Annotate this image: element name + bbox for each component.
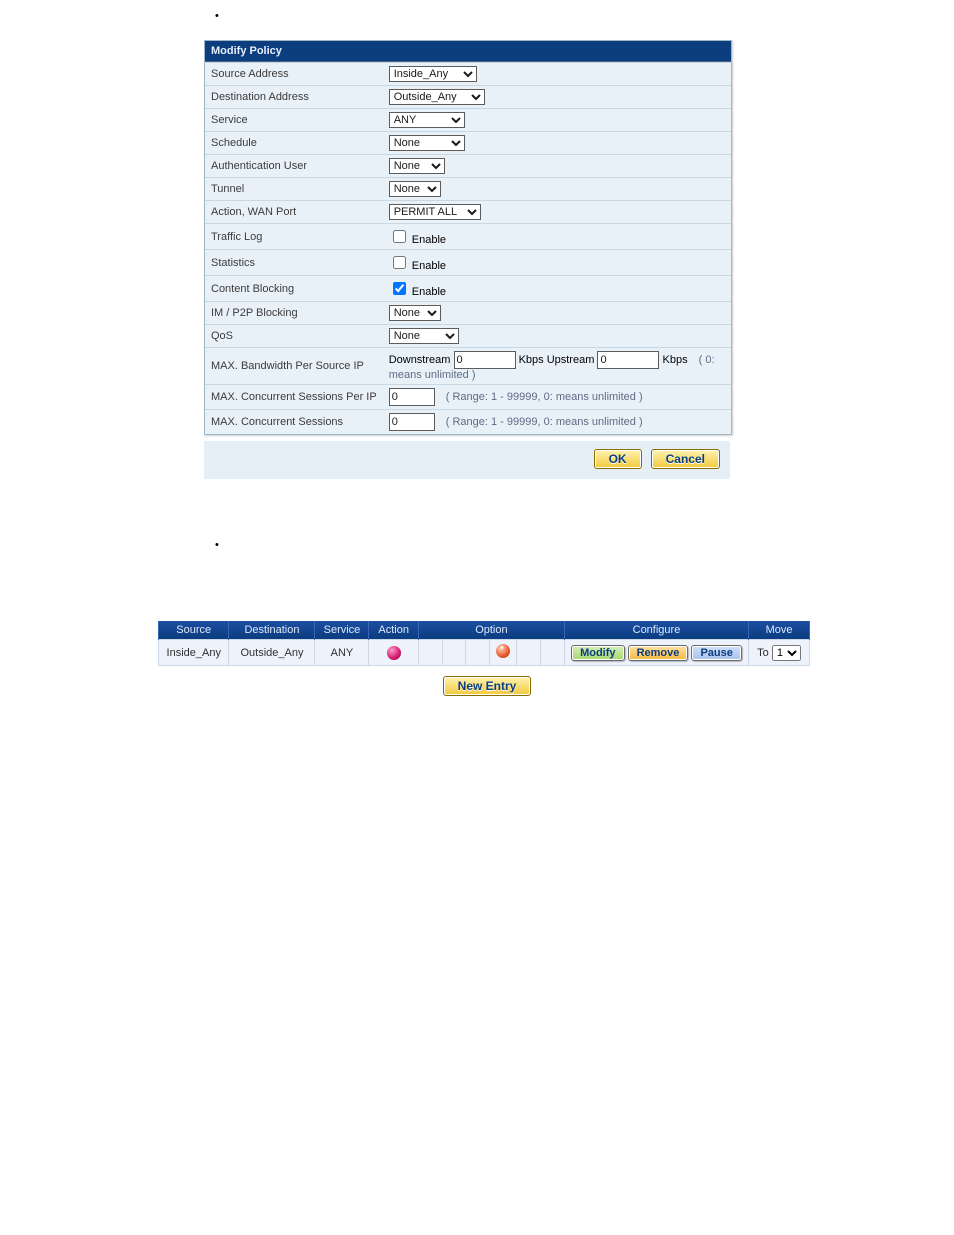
policy-list: Source Destination Service Action Option… xyxy=(158,621,810,666)
range-hint: ( Range: 1 - 99999, 0: means unlimited ) xyxy=(446,391,643,403)
service-select[interactable]: ANY xyxy=(389,112,465,128)
pause-button[interactable]: Pause xyxy=(691,645,741,661)
cell-configure: Modify Remove Pause xyxy=(564,640,748,666)
button-row: OK Cancel xyxy=(204,441,730,479)
th-move: Move xyxy=(749,621,810,640)
th-source: Source xyxy=(159,621,229,640)
upstream-input[interactable] xyxy=(597,351,659,369)
cancel-button[interactable]: Cancel xyxy=(651,449,720,469)
table-row: Inside_Any Outside_Any ANY Modify Remove… xyxy=(159,640,810,666)
option-slot xyxy=(490,640,517,666)
cell-action xyxy=(369,640,418,666)
cell-source: Inside_Any xyxy=(159,640,229,666)
label-imp2p: IM / P2P Blocking xyxy=(205,302,383,325)
tunnel-select[interactable]: None xyxy=(389,181,441,197)
th-service: Service xyxy=(315,621,369,640)
enable-label: Enable xyxy=(412,260,446,272)
cell-move: To 1 xyxy=(749,640,810,666)
dest-select[interactable]: Outside_Any xyxy=(389,89,485,105)
option-slot xyxy=(517,640,541,666)
label-source: Source Address xyxy=(205,63,383,86)
move-label: To xyxy=(757,647,769,659)
permit-icon xyxy=(387,646,401,660)
downstream-label: Downstream xyxy=(389,354,451,366)
th-option: Option xyxy=(418,621,564,640)
qos-select[interactable]: None xyxy=(389,328,459,344)
enable-label: Enable xyxy=(412,234,446,246)
modify-policy-panel: Modify Policy Source Address Inside_Any … xyxy=(204,40,732,435)
cs-input[interactable] xyxy=(389,413,435,431)
new-entry-button[interactable]: New Entry xyxy=(443,676,532,696)
label-dest: Destination Address xyxy=(205,86,383,109)
option-slot xyxy=(541,640,565,666)
label-traffic: Traffic Log xyxy=(205,224,383,250)
th-action: Action xyxy=(369,621,418,640)
enable-label: Enable xyxy=(412,286,446,298)
move-select[interactable]: 1 xyxy=(772,645,801,661)
source-select[interactable]: Inside_Any xyxy=(389,66,477,82)
label-maxcspi: MAX. Concurrent Sessions Per IP xyxy=(205,385,383,410)
imp2p-select[interactable]: None xyxy=(389,305,441,321)
auth-select[interactable]: None xyxy=(389,158,445,174)
downstream-input[interactable] xyxy=(454,351,516,369)
label-auth: Authentication User xyxy=(205,155,383,178)
remove-button[interactable]: Remove xyxy=(628,645,689,661)
content-checkbox[interactable] xyxy=(393,282,406,295)
traffic-checkbox[interactable] xyxy=(393,230,406,243)
label-service: Service xyxy=(205,109,383,132)
bullet: • xyxy=(215,10,954,22)
new-entry-row: New Entry xyxy=(158,666,810,706)
range-hint: ( Range: 1 - 99999, 0: means unlimited ) xyxy=(446,416,643,428)
cell-service: ANY xyxy=(315,640,369,666)
action-select[interactable]: PERMIT ALL xyxy=(389,204,481,220)
label-content: Content Blocking xyxy=(205,276,383,302)
label-action: Action, WAN Port xyxy=(205,201,383,224)
cspi-input[interactable] xyxy=(389,388,435,406)
label-maxbw: MAX. Bandwidth Per Source IP xyxy=(205,348,383,385)
upstream-label: Kbps Upstream xyxy=(519,354,595,366)
label-maxcs: MAX. Concurrent Sessions xyxy=(205,410,383,435)
th-configure: Configure xyxy=(564,621,748,640)
option-slot xyxy=(418,640,442,666)
label-schedule: Schedule xyxy=(205,132,383,155)
ok-button[interactable]: OK xyxy=(594,449,642,469)
panel-title: Modify Policy xyxy=(205,41,731,62)
cell-dest: Outside_Any xyxy=(229,640,315,666)
th-dest: Destination xyxy=(229,621,315,640)
option-slot xyxy=(442,640,466,666)
bullet: • xyxy=(215,539,954,551)
kbps-label: Kbps xyxy=(663,354,688,366)
content-blocking-icon xyxy=(496,644,510,658)
modify-button[interactable]: Modify xyxy=(571,645,624,661)
label-stats: Statistics xyxy=(205,250,383,276)
option-slot xyxy=(466,640,490,666)
schedule-select[interactable]: None xyxy=(389,135,465,151)
label-tunnel: Tunnel xyxy=(205,178,383,201)
label-qos: QoS xyxy=(205,325,383,348)
stats-checkbox[interactable] xyxy=(393,256,406,269)
